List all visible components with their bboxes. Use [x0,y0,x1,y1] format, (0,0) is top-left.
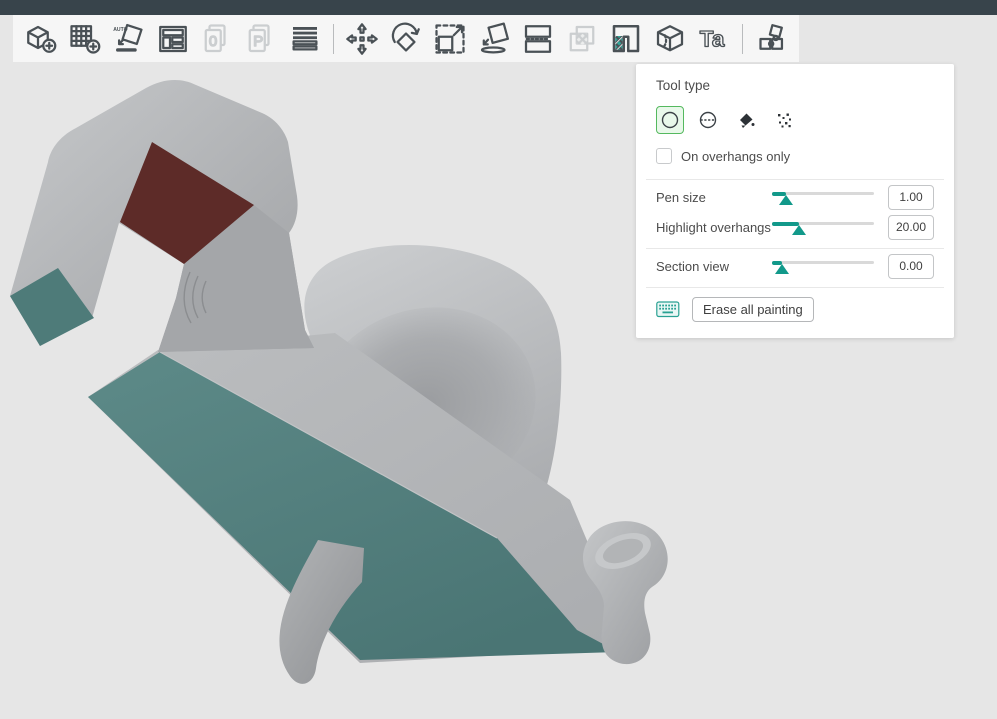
layout-button[interactable] [151,17,195,61]
auto-orient-button[interactable]: AUTO [107,17,151,61]
pen-size-label: Pen size [656,190,706,205]
cut-icon [520,21,556,57]
on-overhangs-only-label: On overhangs only [681,149,790,164]
auto-orient-icon: AUTO [111,21,147,57]
sphere-tool-icon [698,110,718,130]
add-instance-icon [67,21,103,57]
rotate-icon [388,21,424,57]
highlight-overhangs-slider-thumb[interactable] [792,225,806,235]
add-instance-button[interactable] [63,17,107,61]
scale-button[interactable] [428,17,472,61]
seam-painting-icon [652,21,688,57]
highlight-overhangs-row: Highlight overhangs [656,212,934,242]
svg-text:Ta: Ta [700,26,725,51]
section-view-row: Section view [656,251,934,281]
smart-fill-icon [774,110,794,130]
tool-type-row [656,106,934,134]
section-view-slider[interactable] [772,258,874,274]
mmu-painting-button[interactable] [560,17,604,61]
layers-button[interactable] [283,17,327,61]
place-on-face-button[interactable] [472,17,516,61]
place-on-face-icon [476,21,512,57]
split-to-parts-icon [753,21,789,57]
layout-icon [155,21,191,57]
section-view-value[interactable] [888,254,934,279]
fill-tool-button[interactable] [732,106,760,134]
highlight-overhangs-value[interactable] [888,215,934,240]
doc-zero-icon: 0 [199,21,235,57]
add-object-icon [23,21,59,57]
pen-size-row: Pen size [656,182,934,212]
move-icon [344,21,380,57]
highlight-overhangs-label: Highlight overhangs [656,220,771,235]
erase-all-painting-button[interactable]: Erase all painting [692,297,814,322]
panel-divider [646,287,944,288]
panel-title: Tool type [656,78,934,93]
add-object-button[interactable] [19,17,63,61]
panel-divider [646,248,944,249]
seam-painting-button[interactable] [648,17,692,61]
circle-tool-button[interactable] [656,106,684,134]
text-tool-icon: Ta [696,21,732,57]
paint-on-supports-button[interactable] [604,17,648,61]
paint-on-supports-icon [608,21,644,57]
pen-size-slider[interactable] [772,189,874,205]
paint-supports-panel: Tool type [636,64,954,338]
mmu-painting-icon [564,21,600,57]
doc-p-icon: P [243,21,279,57]
doc-zero-button[interactable]: 0 [195,17,239,61]
cut-button[interactable] [516,17,560,61]
erase-row: Erase all painting [656,296,934,322]
rotate-button[interactable] [384,17,428,61]
sphere-tool-button[interactable] [694,106,722,134]
overhangs-checkbox-row: On overhangs only [656,147,934,165]
svg-text:P: P [253,32,263,49]
app-window: AUTO 0 [0,0,997,719]
layers-icon [287,21,323,57]
pen-size-value[interactable] [888,185,934,210]
section-view-slider-thumb[interactable] [775,264,789,274]
pen-size-slider-thumb[interactable] [779,195,793,205]
svg-text:0: 0 [209,32,217,49]
window-titlebar [0,0,997,15]
text-tool-button[interactable]: Ta [692,17,736,61]
smart-fill-tool-button[interactable] [770,106,798,134]
panel-divider [646,179,944,180]
move-button[interactable] [340,17,384,61]
split-to-parts-button[interactable] [749,17,793,61]
toolbar-separator [742,24,743,54]
highlight-overhangs-slider[interactable] [772,219,874,235]
keyboard-shortcut-icon [656,301,680,318]
doc-p-button[interactable]: P [239,17,283,61]
on-overhangs-only-checkbox[interactable] [656,148,672,164]
main-toolbar: AUTO 0 [13,15,799,62]
toolbar-separator [333,24,334,54]
section-view-label: Section view [656,259,729,274]
circle-tool-icon [660,110,680,130]
fill-bucket-icon [736,110,756,130]
scale-icon [432,21,468,57]
